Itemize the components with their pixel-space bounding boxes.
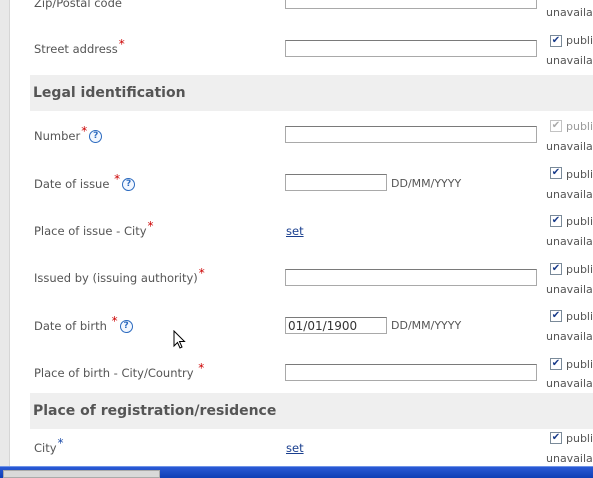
section-place-of-registration: Place of registration/residence — [30, 393, 593, 429]
date-format-hint: DD/MM/YYYY — [391, 177, 462, 190]
public-label: publi — [566, 34, 593, 47]
issued-by-label: Issued by (issuing authority)* — [34, 266, 205, 285]
place-of-birth-label: Place of birth - City/Country * — [34, 361, 205, 380]
public-label: publi — [566, 168, 593, 181]
public-label: publi — [566, 310, 593, 323]
public-label: publi — [566, 358, 593, 371]
section-title: Legal identification — [33, 85, 186, 101]
date-of-issue-label: Date of issue *? — [34, 172, 136, 191]
left-border-line — [9, 0, 10, 466]
taskbar — [0, 466, 593, 478]
unavailable-label: unavaila — [546, 452, 593, 465]
date-of-issue-public-checkbox[interactable]: ✔ — [550, 167, 562, 179]
number-public-checkbox: ✔ — [550, 120, 562, 132]
unavailable-label: unavaila — [546, 54, 593, 67]
number-input[interactable] — [285, 126, 537, 143]
zip-input[interactable] — [285, 0, 537, 9]
unavailable-label: unavaila — [546, 140, 593, 153]
place-of-issue-public-checkbox[interactable]: ✔ — [550, 215, 562, 227]
mouse-cursor-icon — [173, 330, 186, 349]
public-label: publi — [566, 215, 593, 228]
issued-by-public-checkbox[interactable]: ✔ — [550, 263, 562, 275]
place-of-issue-set-link[interactable]: set — [286, 224, 304, 238]
public-label: publi — [566, 263, 593, 276]
city-public-checkbox[interactable]: ✔ — [550, 432, 562, 444]
date-of-birth-label: Date of birth *? — [34, 314, 133, 333]
required-asterisk: * — [118, 37, 125, 51]
required-asterisk: * — [114, 172, 121, 186]
unavailable-label: unavaila — [546, 377, 593, 390]
date-of-birth-public-checkbox[interactable]: ✔ — [550, 310, 562, 322]
street-address-public-checkbox[interactable]: ✔ — [550, 35, 562, 47]
number-label: Number*? — [34, 124, 103, 143]
place-of-birth-input[interactable] — [285, 364, 537, 381]
required-asterisk: * — [147, 219, 154, 233]
required-asterisk: * — [198, 361, 205, 375]
city-label: City* — [34, 436, 64, 455]
help-icon[interactable]: ? — [89, 130, 103, 143]
street-address-label: Street address* — [34, 37, 125, 56]
city-set-link[interactable]: set — [286, 441, 304, 455]
required-asterisk: * — [81, 124, 88, 138]
required-asterisk: * — [111, 314, 118, 328]
place-of-issue-label: Place of issue - City* — [34, 219, 154, 238]
unavailable-label: unavaila — [546, 283, 593, 296]
date-of-issue-input[interactable] — [285, 174, 387, 191]
unavailable-label: unavaila — [546, 188, 593, 201]
issued-by-input[interactable] — [285, 269, 537, 286]
required-asterisk: * — [57, 436, 64, 450]
help-icon[interactable]: ? — [119, 320, 133, 333]
section-legal-identification: Legal identification — [30, 75, 593, 111]
place-of-birth-public-checkbox[interactable]: ✔ — [550, 358, 562, 370]
help-icon[interactable]: ? — [122, 178, 136, 191]
left-border — [0, 0, 9, 466]
date-format-hint: DD/MM/YYYY — [391, 319, 462, 332]
section-title: Place of registration/residence — [33, 403, 277, 419]
unavailable-label: unavaila — [546, 235, 593, 248]
date-of-birth-input[interactable] — [285, 317, 387, 334]
unavailable-label: unavaila — [546, 330, 593, 343]
zip-label: Zip/Postal code — [34, 0, 122, 10]
public-label: publi — [566, 120, 593, 133]
street-address-input[interactable] — [285, 40, 537, 57]
public-label: publi — [566, 432, 593, 445]
required-asterisk: * — [198, 266, 205, 280]
zip-unavailable-text: unavaila — [546, 6, 593, 19]
